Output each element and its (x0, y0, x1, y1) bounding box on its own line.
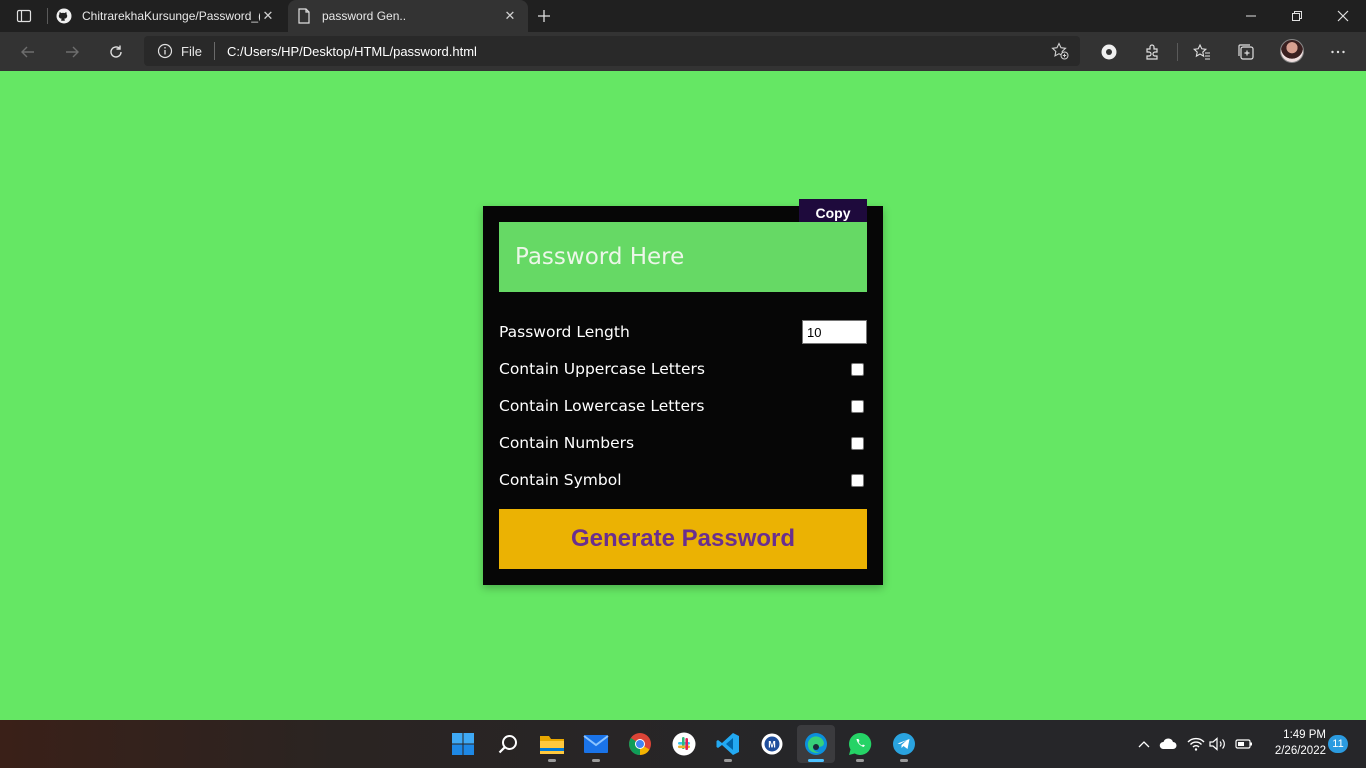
symbol-checkbox[interactable] (851, 473, 864, 487)
tab-strip: ChitrarekhaKursunge/Password_( ✕ passwor… (0, 0, 1366, 32)
start-icon[interactable] (444, 725, 482, 763)
running-indicator (548, 759, 556, 762)
numbers-label: Contain Numbers (499, 434, 635, 452)
forward-icon[interactable] (57, 37, 87, 67)
browser-toolbar: File C:/Users/HP/Desktop/HTML/password.h… (0, 32, 1366, 71)
numbers-checkbox[interactable] (851, 436, 864, 450)
back-icon[interactable] (13, 37, 43, 67)
running-indicator (856, 759, 864, 762)
app-icon[interactable]: M (753, 725, 791, 763)
restore-icon[interactable] (1274, 0, 1320, 32)
uppercase-row: Contain Uppercase Letters (499, 357, 867, 381)
new-tab-icon[interactable] (534, 4, 554, 28)
search-icon[interactable] (489, 725, 527, 763)
volume-icon[interactable] (1207, 732, 1229, 756)
clock-time: 1:49 PM (1283, 729, 1326, 741)
battery-icon[interactable] (1233, 732, 1255, 756)
numbers-row: Contain Numbers (499, 431, 867, 455)
password-display[interactable]: Password Here (499, 222, 867, 292)
taskbar: M (0, 720, 1366, 768)
scheme-label: File (181, 43, 202, 59)
notification-badge[interactable]: 11 (1328, 735, 1348, 753)
address-bar[interactable]: File C:/Users/HP/Desktop/HTML/password.h… (144, 36, 1080, 66)
lowercase-label: Contain Lowercase Letters (499, 397, 705, 415)
password-generator-card: Copy Password Here Password Length 10 Co… (483, 199, 883, 585)
whatsapp-icon[interactable] (841, 725, 879, 763)
toolbar-separator (1177, 43, 1178, 61)
collections-icon[interactable] (1233, 39, 1259, 65)
close-icon[interactable]: ✕ (260, 8, 276, 24)
mail-icon[interactable] (577, 725, 615, 763)
tab-password-gen[interactable]: password Gen.. ✕ (288, 0, 528, 32)
page-icon (296, 8, 312, 24)
chrome-icon[interactable] (621, 725, 659, 763)
length-label: Password Length (499, 323, 630, 341)
slack-icon[interactable] (665, 725, 703, 763)
more-options-icon[interactable] (1325, 39, 1351, 65)
onedrive-icon[interactable] (1157, 732, 1179, 756)
extension-circle-icon[interactable] (1096, 39, 1122, 65)
symbol-row: Contain Symbol (499, 468, 867, 492)
tab-title: password Gen.. (322, 9, 407, 23)
running-indicator (724, 759, 732, 762)
length-input[interactable]: 10 (802, 320, 867, 344)
wifi-icon[interactable] (1185, 732, 1207, 756)
extensions-icon[interactable] (1140, 39, 1166, 65)
profile-avatar[interactable] (1280, 39, 1304, 63)
svg-text:M: M (768, 740, 776, 750)
running-indicator (808, 759, 824, 762)
close-icon[interactable]: ✕ (502, 8, 518, 24)
symbol-label: Contain Symbol (499, 471, 622, 489)
generate-password-button[interactable]: Generate Password (499, 509, 867, 569)
running-indicator (592, 759, 600, 762)
lowercase-checkbox[interactable] (851, 399, 864, 413)
file-explorer-icon[interactable] (533, 725, 571, 763)
chevron-up-icon[interactable] (1133, 732, 1155, 756)
clock-date: 2/26/2022 (1274, 745, 1326, 757)
lowercase-row: Contain Lowercase Letters (499, 394, 867, 418)
add-favorite-icon[interactable] (1050, 41, 1070, 61)
taskbar-clock[interactable]: 1:49 PM 2/26/2022 (1262, 727, 1326, 759)
telegram-icon[interactable] (885, 725, 923, 763)
edge-icon[interactable] (797, 725, 835, 763)
info-icon[interactable] (157, 43, 173, 59)
refresh-icon[interactable] (101, 37, 131, 67)
page-viewport: Copy Password Here Password Length 10 Co… (0, 71, 1366, 720)
uppercase-label: Contain Uppercase Letters (499, 360, 705, 378)
uppercase-checkbox[interactable] (851, 362, 864, 376)
tab-actions-icon[interactable] (8, 4, 40, 28)
github-icon (56, 8, 72, 24)
close-window-icon[interactable] (1320, 0, 1366, 32)
tab-title: ChitrarekhaKursunge/Password_( (82, 9, 260, 23)
favorites-icon[interactable] (1189, 39, 1215, 65)
address-separator (213, 42, 215, 60)
running-indicator (900, 759, 908, 762)
length-row: Password Length 10 (499, 320, 867, 344)
minimize-icon[interactable] (1228, 0, 1274, 32)
vscode-icon[interactable] (709, 725, 747, 763)
url-text[interactable]: C:/Users/HP/Desktop/HTML/password.html (227, 44, 1050, 59)
tab-github[interactable]: ChitrarekhaKursunge/Password_( ✕ (48, 0, 286, 32)
